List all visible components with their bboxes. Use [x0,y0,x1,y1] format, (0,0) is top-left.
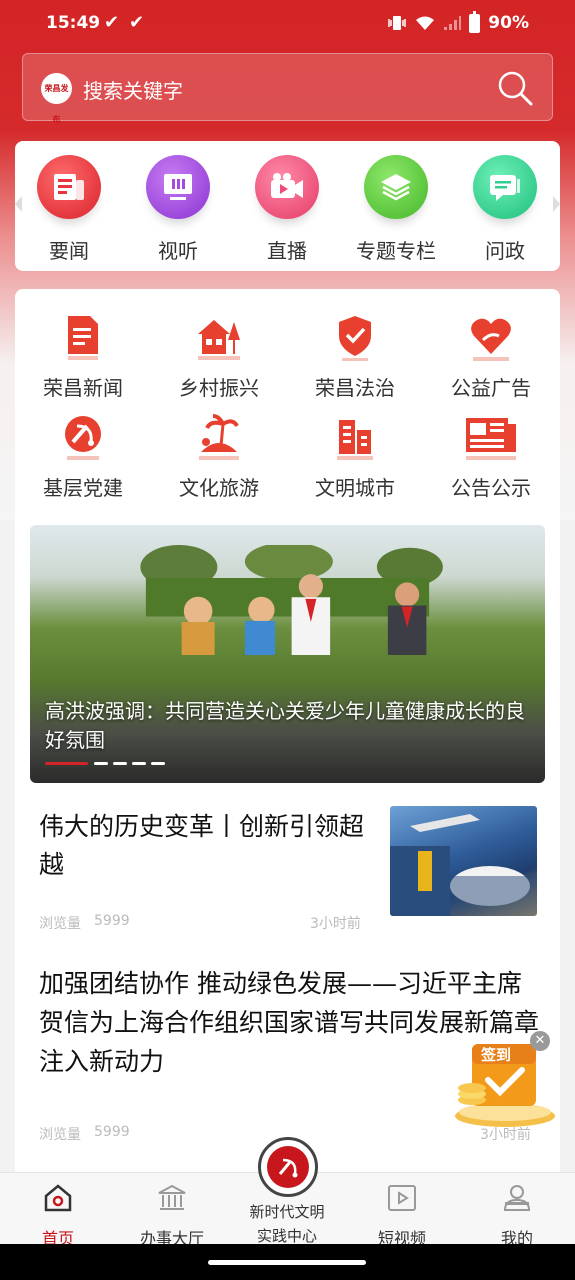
check-icon: ✔ [104,12,120,33]
party-emblem-icon [65,416,101,460]
status-bar: 15:49 ✔ ✔ 90% [0,0,575,48]
carousel-dot[interactable] [151,762,165,765]
newspaper-icon [466,418,516,460]
category-party-building[interactable]: 基层党建 [15,410,151,501]
channel-news[interactable]: 要闻 [19,155,119,264]
home-gesture-handle[interactable] [208,1260,366,1265]
check-icon: ✔ [129,12,145,33]
nav-mine[interactable]: 我的 [467,1181,567,1249]
battery-level: 90% [488,13,529,33]
channel-topics[interactable]: 专题专栏 [346,155,446,264]
channel-audio-video[interactable]: 视听 [128,155,228,264]
close-icon[interactable]: ✕ [530,1031,550,1051]
category-rural-revitalization[interactable]: 乡村振兴 [151,310,287,401]
article-views: 5999 [94,1124,130,1140]
carousel-dot[interactable] [113,762,127,765]
search-placeholder: 搜索关键字 [83,79,183,103]
farmhouse-icon [198,320,240,360]
article-time: 3小时前 [310,916,361,932]
category-announcements[interactable]: 公告公示 [423,410,559,501]
nav-home[interactable]: 首页 [8,1181,108,1249]
island-icon [199,414,239,460]
shield-check-icon [339,316,371,361]
nav-civilization-center-label[interactable]: 新时代文明 实践中心 [227,1200,347,1248]
party-emblem-icon [278,1158,298,1178]
carousel-dot[interactable] [94,762,108,765]
nav-service-hall[interactable]: 办事大厅 [122,1181,222,1249]
article-views: 5999 [94,913,130,929]
document-icon [68,316,98,360]
app-logo: 荣昌发布 [41,73,72,124]
chat-icon [490,175,520,201]
home-icon [44,1184,72,1212]
channel-inquiry[interactable]: 问政 [455,155,555,264]
vibrate-icon [388,16,407,30]
status-right: 90% [387,10,529,33]
channel-live[interactable]: 直播 [237,155,337,264]
battery-icon [469,10,481,33]
article-views-label: 浏览量 [39,916,81,932]
article-thumbnail[interactable] [390,806,537,916]
government-building-icon [158,1184,186,1210]
category-rongchang-news[interactable]: 荣昌新闻 [15,310,151,401]
system-navigation-bar [0,1244,575,1280]
search-bar[interactable]: 荣昌发布 搜索关键字 [22,53,553,124]
monitor-icon [164,174,192,200]
category-culture-tourism[interactable]: 文化旅游 [151,410,287,501]
article-views-label: 浏览量 [39,1127,81,1143]
category-civilized-city[interactable]: 文明城市 [287,410,423,501]
search-icon[interactable] [496,69,534,107]
nav-civilization-center-button[interactable] [258,1137,318,1197]
news-icon [54,174,84,200]
user-icon [503,1185,531,1211]
banner-photo [140,545,443,655]
news-carousel[interactable]: 高洪波强调：共同营造关心关爱少年儿童健康成长的良好氛围 [30,525,545,783]
wifi-icon [416,16,435,30]
status-time: 15:49 [46,13,101,33]
carousel-dot[interactable] [132,762,146,765]
carousel-dot-active[interactable] [45,762,88,765]
carousel-caption: 高洪波强调：共同营造关心关爱少年儿童健康成长的良好氛围 [45,699,525,752]
category-public-welfare[interactable]: 公益广告 [423,310,559,401]
article-title[interactable]: 伟大的历史变革丨创新引领超越 [39,808,374,884]
channel-bar: 要闻 视听 直播 专题专栏 问政 [15,141,560,271]
layers-icon [381,174,411,201]
play-icon [388,1185,416,1211]
article-image [390,814,537,916]
nav-short-video[interactable]: 短视频 [352,1181,452,1249]
signal-icon [444,16,462,30]
sign-in-label: 签到 [481,1046,512,1064]
heart-hand-icon [471,318,511,361]
video-camera-icon [271,173,303,198]
buildings-icon [337,420,373,460]
category-rule-of-law[interactable]: 荣昌法治 [287,310,423,401]
